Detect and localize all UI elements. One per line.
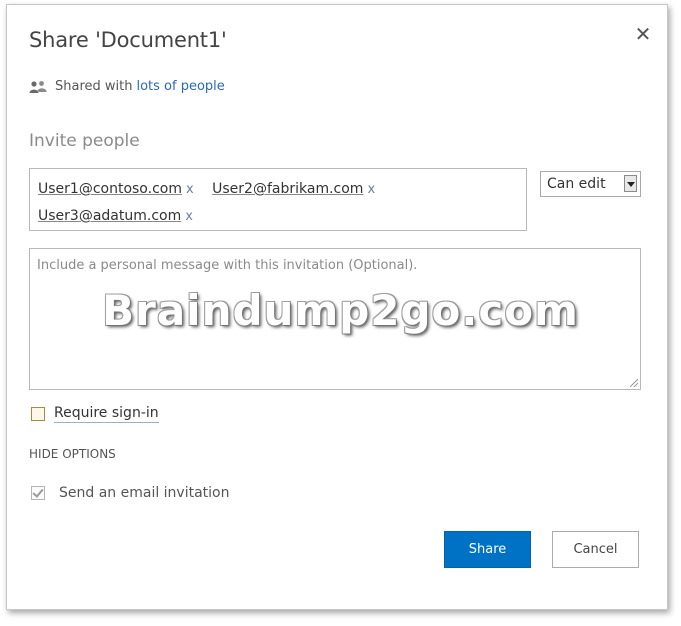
recipient-chip: User1@contoso.com x — [38, 176, 194, 203]
people-picker-input[interactable]: User1@contoso.com x User2@fabrikam.com x U… — [29, 168, 527, 231]
shared-with-link[interactable]: lots of people — [136, 79, 224, 94]
send-email-label[interactable]: Send an email invitation — [59, 485, 230, 501]
message-placeholder: Include a personal message with this inv… — [37, 258, 418, 273]
recipient-chip: User2@fabrikam.com x — [212, 176, 375, 203]
require-signin-checkbox[interactable] — [31, 407, 45, 421]
share-button[interactable]: Share — [444, 531, 531, 568]
share-dialog: Share 'Document1' ✕ Shared with lots of … — [6, 4, 668, 610]
dialog-title: Share 'Document1' — [29, 28, 227, 52]
recipient-name: User2@fabrikam.com — [212, 181, 364, 197]
hide-options-link[interactable]: HIDE OPTIONS — [29, 447, 116, 461]
close-icon[interactable]: ✕ — [632, 23, 654, 45]
permission-value: Can edit — [547, 176, 606, 192]
chevron-down-icon[interactable] — [624, 175, 637, 192]
invite-people-heading: Invite people — [29, 131, 140, 151]
send-email-row: Send an email invitation — [31, 485, 230, 501]
cancel-button[interactable]: Cancel — [552, 531, 639, 568]
personal-message-input[interactable]: Include a personal message with this inv… — [29, 248, 641, 390]
resize-handle-icon[interactable] — [630, 379, 638, 387]
shared-with-row: Shared with lots of people — [29, 79, 225, 94]
remove-recipient-button[interactable]: x — [186, 182, 194, 197]
permission-dropdown[interactable]: Can edit — [540, 171, 641, 197]
remove-recipient-button[interactable]: x — [185, 209, 193, 224]
send-email-checkbox[interactable] — [31, 486, 45, 500]
recipient-chip: User3@adatum.com x — [38, 203, 193, 230]
people-icon — [29, 80, 47, 93]
require-signin-row: Require sign-in — [31, 405, 159, 423]
remove-recipient-button[interactable]: x — [367, 182, 375, 197]
recipient-name: User3@adatum.com — [38, 208, 182, 224]
require-signin-label[interactable]: Require sign-in — [54, 405, 159, 423]
recipient-name: User1@contoso.com — [38, 181, 182, 197]
shared-with-label: Shared with — [55, 79, 133, 94]
